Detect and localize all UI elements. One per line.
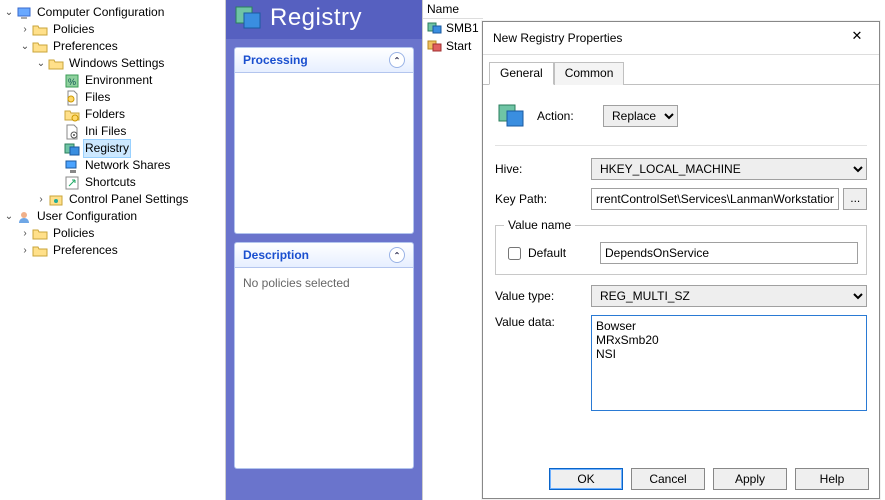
control-panel-icon [48,192,64,208]
tree-node-network-shares[interactable]: Network Shares [2,157,223,174]
ini-icon [64,124,80,140]
list-item[interactable]: SMB1 [423,19,483,37]
tree-node-preferences-uc[interactable]: ›Preferences [2,242,223,259]
tree-label: User Configuration [35,208,139,225]
column-header-name[interactable]: Name [423,0,483,19]
tree-label: Folders [83,106,127,123]
registry-item-icon [427,20,443,36]
tab-general[interactable]: General [489,62,554,85]
file-icon [64,90,80,106]
tree-label: Windows Settings [67,55,166,72]
panel-title: Description [243,248,309,262]
tree-node-folders[interactable]: Folders [2,106,223,123]
list-item-label: Start [446,39,471,53]
list-item-label: SMB1 [446,21,479,35]
keypath-label: Key Path: [495,192,591,206]
tree-node-user-configuration[interactable]: ⌄User Configuration [2,208,223,225]
registry-icon [234,3,264,33]
results-list[interactable]: Name SMB1 Start [422,0,483,500]
tree-node-policies-uc[interactable]: ›Policies [2,225,223,242]
browse-button[interactable]: ... [843,188,867,210]
registry-item-icon [427,38,443,54]
valuetype-label: Value type: [495,289,591,303]
folder-icon [32,226,48,242]
close-button[interactable]: ✕ [843,28,871,48]
description-body: No policies selected [235,268,413,468]
valuedata-label: Value data: [495,315,591,329]
collapse-icon[interactable]: ⌃ [389,247,405,263]
content-pane: Registry Processing ⌃ Description ⌃ No pol… [226,0,422,500]
keypath-input[interactable] [591,188,839,210]
tree-label: Shortcuts [83,174,138,191]
network-share-icon [64,158,80,174]
shortcut-icon [64,175,80,191]
panel-title: Processing [243,53,308,67]
tab-common[interactable]: Common [554,62,625,85]
tree-label: Ini Files [83,123,128,140]
value-name-fieldset: Value name Default [495,218,867,275]
tree-label: Environment [83,72,154,89]
tree-label: Preferences [51,38,120,55]
tree-label: Policies [51,21,96,38]
help-button[interactable]: Help [795,468,869,490]
ok-button[interactable]: OK [549,468,623,490]
tree-label: Policies [51,225,96,242]
value-name-input[interactable] [600,242,858,264]
default-checkbox-label[interactable]: Default [504,244,600,263]
hive-select[interactable]: HKEY_LOCAL_MACHINE [591,158,867,180]
folder-pref-icon [64,107,80,123]
registry-icon [64,141,80,157]
valuedata-textarea[interactable] [591,315,867,411]
page-banner: Registry [226,0,422,39]
action-select[interactable]: Replace [603,105,678,127]
folder-icon [48,56,64,72]
dialog-title: New Registry Properties [493,31,622,45]
valuetype-select[interactable]: REG_MULTI_SZ [591,285,867,307]
computer-icon [16,5,32,21]
dialog-tabs: General Common [483,55,879,85]
user-icon [16,209,32,225]
tree-node-files[interactable]: Files [2,89,223,106]
collapse-icon[interactable]: ⌃ [389,52,405,68]
action-label: Action: [537,109,593,123]
tree-node-shortcuts[interactable]: Shortcuts [2,174,223,191]
navigation-tree[interactable]: ⌄Computer Configuration ›Policies ⌄Prefe… [0,0,226,500]
banner-title: Registry [270,4,362,32]
tree-label: Preferences [51,242,120,259]
registry-icon [497,101,527,131]
tree-node-control-panel-settings[interactable]: ›Control Panel Settings [2,191,223,208]
tree-node-windows-settings[interactable]: ⌄Windows Settings [2,55,223,72]
environment-icon: % [64,73,80,89]
default-label-text: Default [528,246,566,260]
svg-text:%: % [68,77,76,87]
tree-label: Registry [83,139,131,158]
list-item[interactable]: Start [423,37,483,55]
processing-panel: Processing ⌃ [234,47,414,234]
new-registry-properties-dialog: New Registry Properties ✕ General Common… [482,21,880,499]
tree-node-policies[interactable]: ›Policies [2,21,223,38]
folder-icon [32,22,48,38]
tree-label: Control Panel Settings [67,191,190,208]
cancel-button[interactable]: Cancel [631,468,705,490]
tree-node-ini-files[interactable]: Ini Files [2,123,223,140]
tree-label: Network Shares [83,157,172,174]
tree-node-preferences[interactable]: ⌄Preferences [2,38,223,55]
tree-label: Files [83,89,112,106]
tree-node-environment[interactable]: % Environment [2,72,223,89]
folder-icon [32,39,48,55]
hive-label: Hive: [495,162,591,176]
default-checkbox[interactable] [508,247,521,260]
tree-label: Computer Configuration [35,4,166,21]
tree-node-computer-configuration[interactable]: ⌄Computer Configuration [2,4,223,21]
folder-icon [32,243,48,259]
tree-node-registry[interactable]: Registry [2,140,223,157]
apply-button[interactable]: Apply [713,468,787,490]
fieldset-legend: Value name [504,218,575,232]
description-panel: Description ⌃ No policies selected [234,242,414,469]
